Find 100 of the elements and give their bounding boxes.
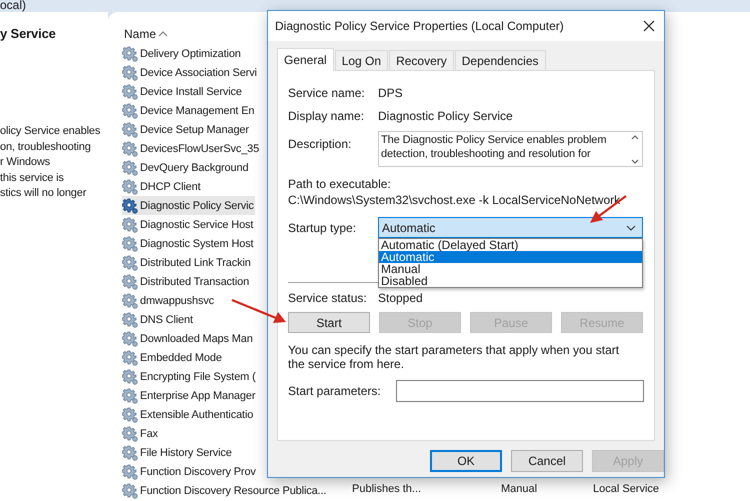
service-name: Downloaded Maps Man	[140, 332, 253, 344]
service-name: Delivery Optimization	[140, 48, 241, 60]
gear-icon	[122, 368, 138, 384]
service-row[interactable]: Delivery Optimization	[122, 44, 242, 63]
status-value: Stopped	[378, 291, 423, 305]
field-label: Service status:	[288, 291, 368, 305]
column-header[interactable]: Name	[124, 27, 156, 41]
dropdown-option[interactable]: Automatic (Delayed Start)	[379, 239, 642, 251]
field-label: Description:	[288, 137, 352, 151]
field-label: Display name:	[288, 108, 366, 122]
service-row[interactable]: Function Discovery Prov	[122, 462, 257, 481]
gear-icon	[122, 160, 138, 176]
dropdown-option[interactable]: Manual	[379, 263, 642, 275]
service-row[interactable]: Encrypting File System (	[122, 367, 257, 386]
gear-icon	[122, 84, 138, 100]
service-row[interactable]: dmwappushsvc	[122, 291, 216, 310]
start-button[interactable]: Start	[288, 312, 370, 333]
service-row[interactable]: Device Setup Manager	[122, 120, 250, 139]
field-label: Start parameters:	[288, 384, 378, 398]
service-row[interactable]: Function Discovery Resource Publica...	[122, 481, 328, 500]
service-row[interactable]: Diagnostic Policy Servic	[122, 196, 255, 215]
scroll-up-icon[interactable]	[631, 135, 639, 140]
field-value: Diagnostic Policy Service	[378, 108, 513, 122]
service-name: Diagnostic System Host	[140, 238, 254, 250]
service-row[interactable]: Device Management En	[122, 101, 256, 120]
log-on-cell: Local Service	[593, 483, 660, 495]
gear-icon	[122, 140, 138, 156]
close-icon	[643, 20, 655, 32]
arrow-annotation	[232, 298, 286, 323]
field-label: Path to executable:	[288, 177, 392, 191]
service-name: Fax	[140, 428, 158, 440]
startup-type-dropdown[interactable]: Automatic	[378, 217, 643, 238]
service-row[interactable]: Downloaded Maps Man	[122, 329, 254, 348]
service-name: Device Association Servi	[140, 66, 257, 78]
field-label: Startup type:	[288, 220, 358, 234]
gear-icon	[122, 64, 138, 80]
service-row[interactable]: DevicesFlowUserSvc_35	[122, 139, 260, 158]
field-label: Service name:	[288, 86, 366, 100]
path-value: C:\Windows\System32\svchost.exe -k LocalServiceNoNetwork	[288, 193, 622, 207]
service-row[interactable]: Extensible Authenticatio	[122, 405, 254, 424]
service-name: Distributed Transaction	[140, 276, 250, 288]
dialog-tab[interactable]: General	[277, 48, 334, 71]
service-row[interactable]: DHCP Client	[122, 177, 202, 196]
gear-icon	[122, 464, 138, 480]
gear-icon	[122, 426, 138, 442]
service-name: Device Management En	[140, 104, 254, 116]
gear-icon	[122, 292, 138, 308]
service-description: olicy Service enables on, troubleshooting r Windows this service is stics will no longer	[0, 124, 102, 201]
service-name: Extensible Authenticatio	[140, 408, 254, 420]
gear-icon	[122, 312, 138, 328]
service-row[interactable]: Fax	[122, 424, 159, 443]
gear-icon	[122, 254, 138, 270]
service-name: Device Install Service	[140, 86, 242, 98]
dropdown-option[interactable]: Automatic	[379, 251, 642, 263]
service-name: Device Setup Manager	[140, 124, 249, 136]
gear-icon	[122, 406, 138, 422]
service-row[interactable]: File History Service	[122, 443, 233, 462]
service-name: DHCP Client	[140, 180, 200, 192]
service-row[interactable]: Distributed Transaction	[122, 272, 250, 291]
service-row[interactable]: Enterprise App Manager	[122, 386, 256, 405]
scroll-down-icon[interactable]	[631, 159, 639, 164]
gear-icon	[122, 46, 138, 62]
gear-icon	[122, 482, 138, 498]
startup-type-cell: Manual	[501, 483, 538, 495]
ok-button[interactable]: OK	[430, 450, 502, 472]
cancel-button[interactable]: Cancel	[511, 450, 583, 472]
service-row[interactable]: Diagnostic System Host	[122, 234, 254, 253]
service-row[interactable]: Device Install Service	[122, 82, 243, 101]
service-title: y Service	[0, 26, 57, 41]
service-name: Enterprise App Manager	[140, 390, 256, 402]
service-row[interactable]: DevQuery Background	[122, 158, 250, 177]
dialog-tab[interactable]: Recovery	[389, 50, 454, 70]
dialog-tab[interactable]: Log On	[334, 50, 388, 70]
gear-icon	[122, 122, 138, 138]
service-row[interactable]: DNS Client	[122, 310, 194, 329]
service-row[interactable]: Device Association Servi	[122, 63, 258, 82]
gear-icon	[122, 444, 138, 460]
gear-icon	[122, 178, 138, 194]
service-name: Distributed Link Trackin	[140, 256, 251, 268]
start-parameters-input[interactable]	[396, 380, 644, 402]
service-name: DevQuery Background	[140, 162, 248, 174]
gear-icon	[122, 330, 138, 346]
service-name: DNS Client	[140, 314, 193, 326]
window-title: ocal)	[0, 0, 26, 10]
gear-icon	[122, 236, 138, 252]
chevron-down-icon	[626, 224, 636, 230]
dialog-tab[interactable]: Dependencies	[454, 50, 546, 70]
dropdown-option[interactable]: Disabled	[379, 275, 642, 287]
service-row[interactable]: Distributed Link Trackin	[122, 253, 252, 272]
service-description-cell: Publishes th...	[352, 483, 422, 495]
hint-text: You can specify the start parameters that apply when you start the service from here.	[288, 343, 620, 371]
description-text: The Diagnostic Policy Service enables problem detection, troubleshooting and resolution for	[381, 133, 608, 162]
service-row[interactable]: Embedded Mode	[122, 348, 223, 367]
service-name: Function Discovery Resource Publica...	[140, 484, 326, 496]
service-name: File History Service	[140, 446, 232, 458]
service-row[interactable]: Diagnostic Service Host	[122, 215, 254, 234]
service-name: Embedded Mode	[140, 352, 222, 364]
gear-icon	[122, 388, 138, 404]
gear-icon	[122, 274, 138, 290]
gear-icon	[122, 216, 138, 232]
